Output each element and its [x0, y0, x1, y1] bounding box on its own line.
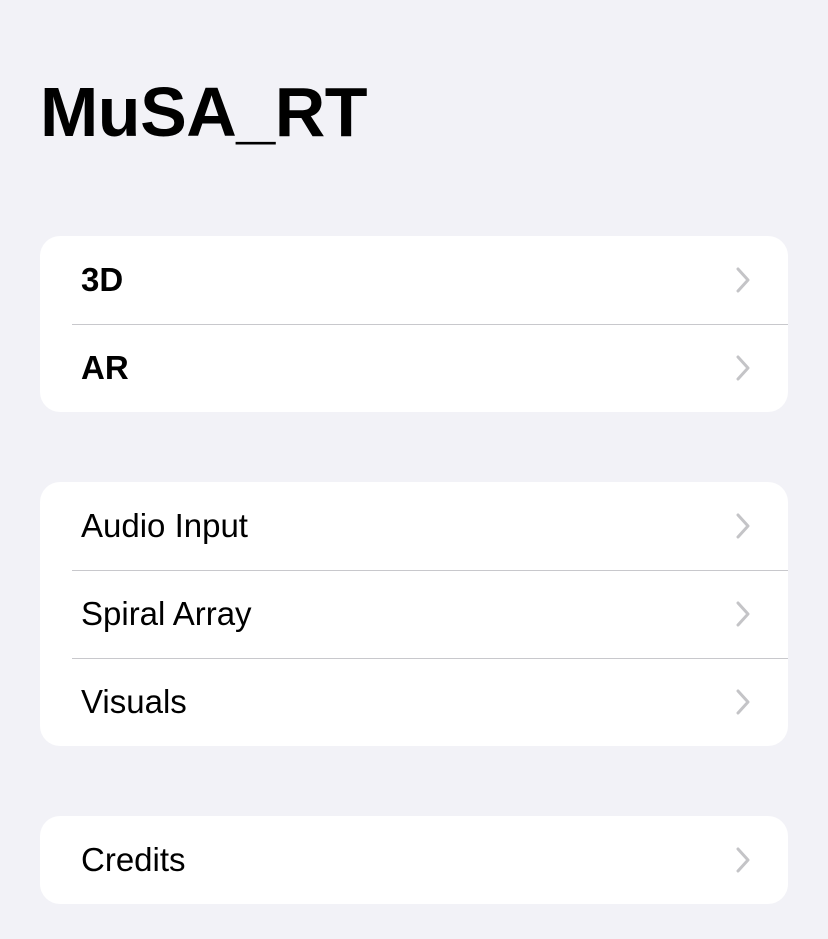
row-label: Audio Input — [81, 507, 248, 544]
chevron-right-icon — [736, 267, 750, 293]
row-spiral-array[interactable]: Spiral Array — [40, 570, 788, 658]
row-ar[interactable]: AR — [40, 324, 788, 412]
row-label: Credits — [81, 841, 186, 878]
chevron-right-icon — [736, 847, 750, 873]
settings-group: Audio Input Spiral Array Visuals — [40, 482, 788, 746]
modes-group: 3D AR — [40, 236, 788, 412]
row-audio-input[interactable]: Audio Input — [40, 482, 788, 570]
chevron-right-icon — [736, 513, 750, 539]
row-label: Visuals — [81, 683, 187, 720]
row-visuals[interactable]: Visuals — [40, 658, 788, 746]
chevron-right-icon — [736, 355, 750, 381]
chevron-right-icon — [736, 601, 750, 627]
chevron-right-icon — [736, 689, 750, 715]
row-label: 3D — [81, 261, 124, 298]
row-3d[interactable]: 3D — [40, 236, 788, 324]
row-label: AR — [81, 349, 129, 386]
page-title: MuSA_RT — [40, 73, 368, 151]
row-label: Spiral Array — [81, 595, 252, 632]
row-credits[interactable]: Credits — [40, 816, 788, 904]
about-group: Credits — [40, 816, 788, 904]
